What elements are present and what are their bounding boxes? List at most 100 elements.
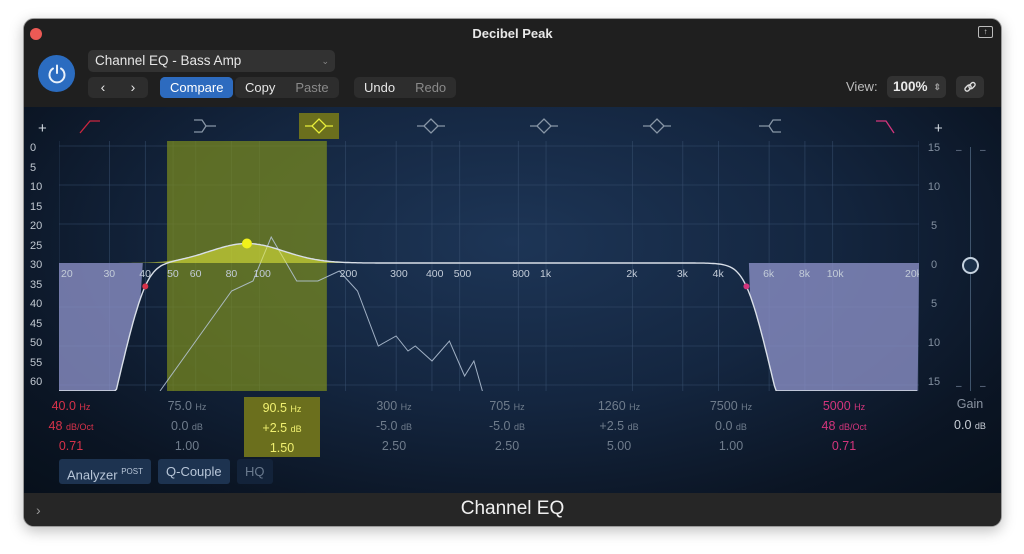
db-scale-label: 25	[30, 239, 43, 252]
frequency-label: 10k	[827, 268, 845, 280]
add-icon-right[interactable]: +	[934, 120, 943, 137]
band-frequency[interactable]: 75.0 Hz	[149, 397, 225, 417]
band-q[interactable]: 0.71	[806, 437, 882, 456]
gain-tick: –	[980, 381, 986, 392]
analyzer-mode[interactable]: POST	[121, 467, 143, 476]
band-type-lowcut-icon[interactable]	[74, 113, 114, 139]
band-q[interactable]: 1.00	[693, 437, 769, 456]
band-gain[interactable]: +2.5 dB	[581, 417, 657, 437]
frequency-label: 400	[426, 268, 444, 280]
band-type-bell-icon[interactable]	[299, 113, 339, 139]
undo-button[interactable]: Undo	[354, 77, 405, 98]
analyzer-button[interactable]: Analyzer POST	[59, 459, 151, 484]
band-gain[interactable]: -5.0 dB	[469, 417, 545, 437]
band-type-bell-icon[interactable]	[411, 113, 451, 139]
band-frequency[interactable]: 7500 Hz	[693, 397, 769, 417]
band-q[interactable]: 2.50	[356, 437, 432, 456]
master-gain-readout: Gain 0.0 dB	[940, 394, 1000, 437]
gain-scale-label: 15	[927, 376, 941, 388]
band-type-bell-icon[interactable]	[637, 113, 677, 139]
view-label: View:	[846, 79, 878, 94]
db-scale-label: 55	[30, 356, 43, 369]
gain-scale-label: 5	[930, 298, 938, 310]
gain-scale-label: 0	[930, 259, 938, 271]
frequency-label: 100	[253, 268, 271, 280]
frequency-label: 800	[512, 268, 530, 280]
active-band-handle[interactable]	[241, 238, 252, 249]
band-gain[interactable]: 48 dB/Oct	[33, 417, 109, 437]
link-button[interactable]	[956, 76, 984, 98]
redo-button[interactable]: Redo	[405, 77, 456, 98]
frequency-label: 500	[454, 268, 472, 280]
master-gain-value[interactable]: 0.0 dB	[940, 415, 1000, 437]
previous-preset-button[interactable]: ‹	[88, 77, 118, 98]
eq-panel: + + 0 5 10 15 20 25 30 35 40 45 50 55 60 15 10 5 0 5 10 15…	[24, 107, 1001, 493]
band-gain[interactable]: 0.0 dB	[693, 417, 769, 437]
next-preset-button[interactable]: ›	[118, 77, 148, 98]
gain-scale-label: 15	[927, 142, 941, 154]
low-cut-handle	[142, 283, 149, 290]
db-scale-label: 40	[30, 298, 43, 310]
band-type-bell-icon[interactable]	[524, 113, 564, 139]
add-icon-left[interactable]: +	[38, 120, 47, 137]
band-q[interactable]: 2.50	[469, 437, 545, 456]
link-icon	[964, 81, 976, 92]
eq-graph-canvas[interactable]: 20 30 40 50 60 80 100 200 300 400 500 800 1k 2k 3k 4k 6k…	[59, 141, 919, 391]
band-type-highshelf-icon[interactable]	[749, 113, 789, 139]
gain-scale-label: 5	[930, 220, 938, 232]
plugin-window: Decibel Peak ↑ Channel EQ - Bass Amp ⌄ ‹…	[23, 18, 1002, 527]
power-icon	[48, 64, 65, 83]
title-bar: Decibel Peak ↑ Channel EQ - Bass Amp ⌄ ‹…	[24, 19, 1001, 107]
band-frequency[interactable]: 40.0 Hz	[33, 397, 109, 417]
db-scale-label: 30	[30, 259, 43, 271]
frequency-label: 20	[61, 268, 73, 280]
detach-icon[interactable]: ↑	[978, 26, 993, 38]
band-params-3: 90.5 Hz +2.5 dB 1.50	[244, 397, 320, 457]
high-cut-region	[748, 263, 919, 391]
gain-tick: –	[956, 381, 962, 392]
stepper-icon: ⇕	[933, 82, 941, 92]
frequency-label: 20k	[905, 268, 919, 280]
frequency-label: 40	[139, 268, 151, 280]
band-frequency[interactable]: 705 Hz	[469, 397, 545, 417]
gain-scale-label: 10	[927, 181, 941, 193]
preset-select[interactable]: Channel EQ - Bass Amp ⌄	[88, 50, 335, 72]
active-band-region	[167, 141, 327, 391]
copy-button[interactable]: Copy	[235, 77, 285, 98]
q-couple-button[interactable]: Q-Couple	[158, 459, 230, 484]
band-frequency[interactable]: 5000 Hz	[806, 397, 882, 417]
band-q[interactable]: 5.00	[581, 437, 657, 456]
band-params-1: 40.0 Hz 48 dB/Oct 0.71	[33, 397, 109, 456]
band-params-4: 300 Hz -5.0 dB 2.50	[356, 397, 432, 456]
power-button[interactable]	[38, 55, 75, 92]
chevron-down-icon: ⌄	[321, 56, 329, 66]
frequency-label: 8k	[799, 268, 811, 280]
frequency-label: 1k	[540, 268, 552, 280]
band-type-highcut-icon[interactable]	[862, 113, 902, 139]
db-scale-label: 45	[30, 317, 43, 330]
band-q[interactable]: 0.71	[33, 437, 109, 456]
frequency-label: 30	[103, 268, 115, 280]
band-q[interactable]: 1.00	[149, 437, 225, 456]
gain-fader-handle[interactable]	[962, 257, 979, 274]
footer-bar: › Channel EQ	[24, 493, 1001, 526]
band-gain[interactable]: 0.0 dB	[149, 417, 225, 437]
band-type-lowshelf-icon[interactable]	[186, 113, 226, 139]
band-frequency[interactable]: 300 Hz	[356, 397, 432, 417]
undo-redo-group: Undo Redo	[354, 77, 457, 98]
band-gain[interactable]: 48 dB/Oct	[806, 417, 882, 437]
eq-graph[interactable]: 20 30 40 50 60 80 100 200 300 400 500 800 1k 2k 3k 4k 6k…	[59, 141, 919, 391]
view-zoom-select[interactable]: 100% ⇕	[887, 76, 946, 98]
frequency-label: 3k	[677, 268, 689, 280]
compare-button[interactable]: Compare	[160, 77, 234, 98]
band-gain[interactable]: +2.5 dB	[244, 419, 320, 439]
hq-button[interactable]: HQ	[237, 459, 273, 484]
band-frequency[interactable]: 1260 Hz	[581, 397, 657, 417]
paste-button[interactable]: Paste	[285, 77, 338, 98]
band-params-2: 75.0 Hz 0.0 dB 1.00	[149, 397, 225, 456]
band-q[interactable]: 1.50	[244, 439, 320, 458]
band-gain[interactable]: -5.0 dB	[356, 417, 432, 437]
db-scale-label: 50	[30, 337, 43, 349]
band-frequency[interactable]: 90.5 Hz	[244, 399, 320, 419]
db-scale-label: 5	[30, 161, 37, 174]
